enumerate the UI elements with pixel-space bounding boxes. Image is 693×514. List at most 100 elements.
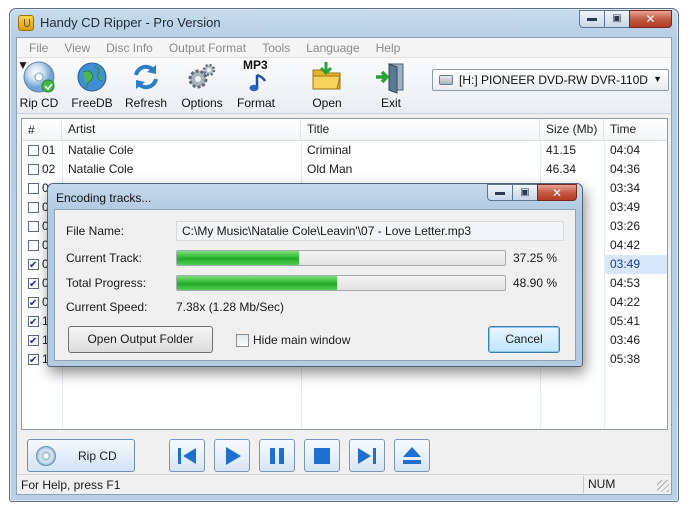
- rip-cd-button[interactable]: Rip CD: [27, 439, 135, 472]
- open-button[interactable]: Open: [305, 60, 349, 110]
- open-label: Open: [312, 96, 342, 110]
- options-button[interactable]: Options: [179, 60, 225, 110]
- play-icon: [226, 446, 241, 465]
- column-header-num[interactable]: #: [22, 119, 62, 141]
- track-number: 01: [42, 143, 56, 157]
- track-checkbox[interactable]: [28, 275, 39, 293]
- cancel-button[interactable]: Cancel: [488, 326, 560, 353]
- exit-door-icon: [374, 60, 408, 94]
- track-checkbox[interactable]: [28, 294, 39, 312]
- status-message: For Help, press F1: [21, 478, 121, 492]
- track-time-cell: 04:42: [610, 238, 641, 252]
- hide-main-window-checkbox[interactable]: Hide main window: [236, 333, 350, 347]
- track-time-cell: 05:41: [610, 314, 641, 328]
- column-header-time[interactable]: Time: [604, 119, 667, 141]
- title-bar[interactable]: Handy CD Ripper - Pro Version ▬ ▣ ✕: [10, 9, 678, 37]
- minimize-button[interactable]: ▬: [579, 10, 605, 28]
- previous-track-button[interactable]: [169, 439, 205, 472]
- dialog-title: Encoding tracks...: [56, 191, 152, 205]
- menu-file[interactable]: File: [21, 41, 56, 55]
- track-checkbox[interactable]: [28, 351, 39, 369]
- drive-selected-value: [H:] PIONEER DVD-RW DVR-110D: [459, 73, 648, 87]
- track-time-cell: 03:49: [610, 200, 641, 214]
- track-checkbox[interactable]: [28, 145, 39, 156]
- track-time-cell: 04:04: [610, 143, 641, 157]
- current-speed-label: Current Speed:: [66, 300, 148, 314]
- track-checkbox[interactable]: [28, 183, 39, 194]
- track-checkbox[interactable]: [28, 256, 39, 274]
- track-time-cell: 03:34: [610, 181, 641, 195]
- track-num-cell: 01: [22, 141, 62, 160]
- open-output-folder-button[interactable]: Open Output Folder: [68, 326, 213, 353]
- current-track-progress: [176, 250, 506, 266]
- track-checkbox[interactable]: [28, 202, 39, 213]
- menu-language[interactable]: Language: [298, 41, 367, 55]
- format-label: Format: [236, 96, 275, 110]
- next-track-button[interactable]: [349, 439, 385, 472]
- menu-view[interactable]: View: [56, 41, 98, 55]
- status-bar: For Help, press F1 NUM: [17, 474, 671, 494]
- stop-icon: [314, 447, 330, 464]
- track-checkbox[interactable]: [28, 332, 39, 350]
- caption-buttons: ▬ ▣ ✕: [579, 10, 672, 28]
- column-header-artist[interactable]: Artist: [62, 119, 301, 141]
- pause-icon: [270, 447, 284, 464]
- chevron-down-icon: ▼: [653, 74, 662, 84]
- menu-tools[interactable]: Tools: [254, 41, 298, 55]
- track-checkbox[interactable]: [28, 240, 39, 251]
- maximize-icon: ▣: [520, 186, 530, 198]
- menu-help[interactable]: Help: [368, 41, 409, 55]
- track-checkbox[interactable]: [28, 313, 39, 331]
- hide-main-window-label: Hide main window: [253, 333, 351, 347]
- table-row[interactable]: 01 Natalie Cole Criminal 41.15 04:04: [22, 141, 667, 160]
- maximize-icon: ▣: [612, 13, 622, 24]
- current-track-percent: 37.25 %: [513, 251, 558, 265]
- track-artist-cell: Natalie Cole: [68, 162, 134, 176]
- track-num-cell: 02: [22, 160, 62, 179]
- dialog-minimize-button[interactable]: ▬: [487, 184, 513, 201]
- close-button[interactable]: ✕: [629, 10, 672, 28]
- maximize-button[interactable]: ▣: [604, 10, 630, 28]
- dialog-maximize-button[interactable]: ▣: [512, 184, 538, 201]
- total-progress-percent: 48.90 %: [513, 276, 558, 290]
- dialog-close-button[interactable]: ✕: [537, 184, 577, 201]
- track-size-cell: 41.15: [546, 143, 577, 157]
- column-header-size[interactable]: Size (Mb): [540, 119, 604, 141]
- stop-button[interactable]: [304, 439, 340, 472]
- format-button[interactable]: MP3 Format: [233, 58, 279, 110]
- current-track-progress-fill: [177, 251, 300, 265]
- eject-button[interactable]: [394, 439, 430, 472]
- menu-disc-info[interactable]: Disc Info: [98, 41, 161, 55]
- exit-button[interactable]: Exit: [371, 60, 411, 110]
- track-time-cell: 04:53: [610, 276, 641, 290]
- track-title-cell: Old Man: [307, 162, 353, 176]
- window-title: Handy CD Ripper - Pro Version: [40, 15, 221, 30]
- track-time-cell: 03:46: [610, 333, 641, 347]
- music-note-icon: MP3: [239, 58, 273, 94]
- current-speed-value: 7.38x (1.28 Mb/Sec): [176, 300, 285, 314]
- minimize-icon: ▬: [587, 13, 597, 24]
- column-header-title[interactable]: Title: [301, 119, 540, 141]
- freedb-label: FreeDB: [71, 96, 113, 110]
- total-progress-label: Total Progress:: [66, 276, 147, 290]
- close-icon: ✕: [551, 185, 563, 200]
- player-bar: Rip CD: [21, 434, 668, 476]
- cd-icon: [36, 445, 56, 466]
- track-checkbox[interactable]: [28, 164, 39, 175]
- menu-output-format[interactable]: Output Format: [161, 41, 254, 55]
- encoding-dialog: Encoding tracks... ▬ ▣ ✕ File Name: C:\M…: [47, 183, 583, 367]
- folder-icon: [310, 60, 344, 94]
- rip-cd-toolbar-button[interactable]: Rip CD: [19, 60, 59, 110]
- table-row[interactable]: 02 Natalie Cole Old Man 46.34 04:36: [22, 160, 667, 179]
- track-time-cell: 05:38: [610, 352, 641, 366]
- play-button[interactable]: [214, 439, 250, 472]
- resize-grip-icon[interactable]: [657, 480, 669, 492]
- track-checkbox[interactable]: [28, 221, 39, 232]
- rip-cd-label: Rip CD: [19, 96, 59, 110]
- drive-select[interactable]: [H:] PIONEER DVD-RW DVR-110D ▼: [432, 69, 669, 91]
- pause-button[interactable]: [259, 439, 295, 472]
- options-label: Options: [181, 96, 223, 110]
- freedb-button[interactable]: FreeDB: [69, 60, 115, 110]
- refresh-button[interactable]: Refresh: [123, 60, 169, 110]
- dialog-body: File Name: C:\My Music\Natalie Cole\Leav…: [54, 209, 576, 361]
